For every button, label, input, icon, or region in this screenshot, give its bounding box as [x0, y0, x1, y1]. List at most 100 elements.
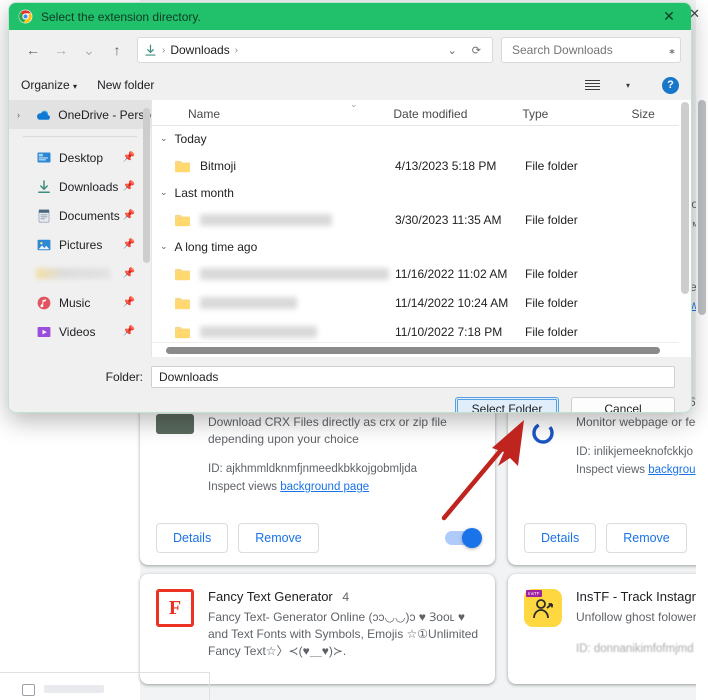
- file-group-header[interactable]: ⌄ Last month: [152, 180, 691, 205]
- view-list-icon[interactable]: [584, 79, 600, 91]
- extension-description: Unfollow ghost folower find who is not f…: [576, 610, 708, 624]
- search-box[interactable]: ⁎: [501, 37, 681, 63]
- sidebar-item-music[interactable]: Music 📌: [9, 288, 151, 317]
- file-list-vscrollbar-track[interactable]: [679, 100, 691, 342]
- refresh-icon[interactable]: ⟳: [467, 44, 486, 57]
- left-rail-vertical-rule: [209, 672, 210, 700]
- help-icon[interactable]: ?: [662, 76, 679, 94]
- file-list-hscrollbar-thumb[interactable]: [166, 347, 660, 354]
- extension-card-crx-downloader[interactable]: Download CRX Files directly as crx or zi…: [140, 400, 495, 565]
- sidebar-item-label: Pictures: [59, 237, 103, 252]
- back-button[interactable]: ←: [19, 36, 47, 64]
- sidebar-item-downloads[interactable]: Downloads 📌: [9, 172, 151, 201]
- file-date: 11/16/2022 11:02 AM: [395, 266, 508, 281]
- extension-title: Fancy Text Generator: [208, 589, 333, 604]
- inspect-views-label: Inspect views: [576, 464, 646, 476]
- chevron-right-icon[interactable]: ›: [17, 110, 28, 120]
- sidebar-item-onedrive[interactable]: › OneDrive - Perso: [9, 100, 151, 129]
- document-icon: [22, 684, 35, 696]
- column-header-date-modified[interactable]: Date modified: [393, 107, 522, 121]
- pin-icon[interactable]: 📌: [123, 152, 135, 163]
- column-header-type[interactable]: Type: [522, 107, 631, 121]
- folder-input[interactable]: [151, 366, 675, 388]
- details-button[interactable]: Details: [156, 523, 229, 553]
- file-name: Bitmoji: [200, 158, 237, 173]
- select-folder-button[interactable]: Select Folder: [455, 397, 559, 412]
- search-icon[interactable]: ⁎: [669, 43, 675, 57]
- file-group-label: Last month: [174, 185, 234, 200]
- file-group-label: Today: [174, 131, 207, 146]
- table-row[interactable]: 3/30/2023 11:35 AM File folder: [152, 205, 691, 234]
- pin-icon[interactable]: 📌: [123, 268, 135, 279]
- file-list-header: Name Date modified Type Size: [152, 100, 691, 126]
- chevron-down-icon[interactable]: ⌄: [350, 100, 358, 110]
- extension-title: InsTF - Track Instagram: [576, 589, 708, 604]
- sidebar-item-documents[interactable]: Documents 📌: [9, 201, 151, 230]
- enable-toggle[interactable]: [445, 528, 482, 548]
- sidebar-item-label: Documents: [59, 208, 120, 223]
- file-list-vscrollbar-thumb[interactable]: [681, 102, 689, 294]
- crx-extension-icon: [156, 414, 194, 434]
- file-group-header[interactable]: ⌄ Today: [152, 126, 691, 151]
- extension-card-fancy-text-generator[interactable]: F Fancy Text Generator 4 Fancy Text- Gen…: [140, 574, 495, 684]
- redacted-file-name: [200, 325, 317, 338]
- folder-icon: [175, 297, 190, 309]
- table-row[interactable]: Bitmoji 4/13/2023 5:18 PM File folder: [152, 151, 691, 180]
- forward-button[interactable]: →: [47, 36, 75, 64]
- sidebar-item-desktop[interactable]: Desktop 📌: [9, 143, 151, 172]
- redacted-label: [36, 268, 110, 279]
- page-scrollbar-thumb[interactable]: [698, 100, 706, 315]
- sidebar-item-label: Desktop: [59, 150, 104, 165]
- window-close-icon[interactable]: ✕: [689, 6, 700, 22]
- organize-menu[interactable]: Organize ▾: [21, 78, 77, 92]
- navigation-sidebar[interactable]: › OneDrive - Perso Desktop 📌 Downloads 📌…: [9, 100, 151, 357]
- dialog-footer: Folder: Select Folder Cancel: [9, 357, 691, 412]
- details-button[interactable]: Details: [524, 523, 597, 553]
- remove-button[interactable]: Remove: [238, 523, 319, 553]
- chevron-down-icon[interactable]: ⌄: [443, 44, 462, 57]
- file-list-hscrollbar-track[interactable]: [152, 342, 679, 357]
- cancel-button[interactable]: Cancel: [571, 397, 675, 412]
- up-button[interactable]: ↑: [103, 36, 131, 64]
- background-page-link[interactable]: backgrou: [648, 464, 695, 476]
- chevron-down-icon[interactable]: ⌄: [160, 133, 168, 144]
- fancy-text-f-icon: F: [156, 589, 194, 627]
- pin-icon[interactable]: 📌: [123, 297, 135, 308]
- file-list[interactable]: ⌄ Name Date modified Type Size ⌄ Today B…: [151, 100, 691, 357]
- breadcrumb-downloads[interactable]: Downloads: [170, 43, 229, 57]
- sidebar-scrollbar-thumb[interactable]: [143, 108, 150, 263]
- select-folder-dialog[interactable]: Select the extension directory. ✕ ← → ⌄ …: [8, 2, 692, 413]
- view-chevron-down-icon[interactable]: ▾: [626, 81, 630, 90]
- pin-icon[interactable]: 📌: [123, 326, 135, 337]
- sidebar-item-redacted[interactable]: 📌: [9, 259, 151, 288]
- sidebar-item-pictures[interactable]: Pictures 📌: [9, 230, 151, 259]
- chevron-down-icon[interactable]: ⌄: [160, 241, 168, 252]
- table-row[interactable]: 11/14/2022 10:24 AM File folder: [152, 288, 691, 317]
- folder-icon: [175, 326, 190, 338]
- address-bar[interactable]: › Downloads › ⌄ ⟳: [137, 37, 493, 63]
- desktop-icon: [37, 152, 51, 162]
- sidebar-item-videos[interactable]: Videos 📌: [9, 317, 151, 346]
- recent-locations-button[interactable]: ⌄: [75, 36, 103, 64]
- pin-icon[interactable]: 📌: [123, 210, 135, 221]
- extension-card-instf[interactable]: InsTF InsTF - Track Instagram Unfollow g…: [508, 574, 708, 684]
- search-input[interactable]: [510, 42, 669, 58]
- close-icon[interactable]: ✕: [647, 3, 691, 30]
- folder-input-row: Folder:: [9, 357, 691, 388]
- background-page-link[interactable]: background page: [280, 481, 369, 493]
- pin-icon[interactable]: 📌: [123, 239, 135, 250]
- extension-card-page-monitor[interactable]: Monitor webpage or fee and email alerts …: [508, 400, 708, 565]
- file-date: 4/13/2023 5:18 PM: [395, 158, 497, 173]
- page-scrollbar-track[interactable]: [696, 0, 708, 700]
- chevron-down-icon[interactable]: ⌄: [160, 187, 168, 198]
- file-group-label: A long time ago: [174, 239, 258, 254]
- instf-person-icon: InsTF: [524, 589, 562, 627]
- pin-icon[interactable]: 📌: [123, 181, 135, 192]
- remove-button[interactable]: Remove: [606, 523, 687, 553]
- sidebar-item-label: Downloads: [59, 179, 119, 194]
- table-row[interactable]: 11/16/2022 11:02 AM File folder: [152, 259, 691, 288]
- file-group-header[interactable]: ⌄ A long time ago: [152, 234, 691, 259]
- redacted-file-name: [200, 213, 332, 226]
- chevron-down-icon: ▾: [73, 82, 78, 91]
- new-folder-button[interactable]: New folder: [97, 78, 154, 92]
